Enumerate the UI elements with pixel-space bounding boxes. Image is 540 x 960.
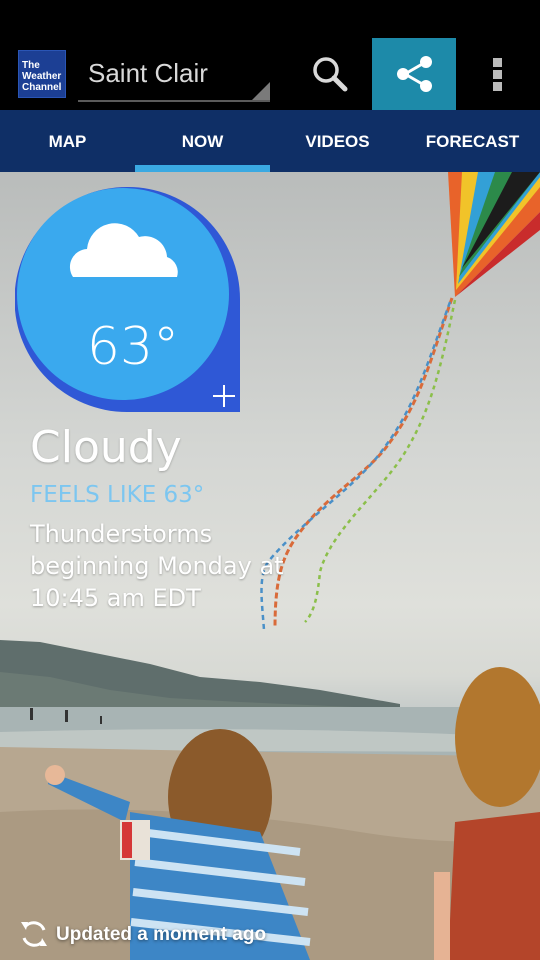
current-conditions-badge[interactable]: 63°: [15, 187, 240, 412]
overflow-menu-icon-dot: [493, 70, 502, 79]
logo-line-3: Channel: [22, 82, 62, 93]
overflow-menu-icon-dot: [493, 82, 502, 91]
share-button[interactable]: [372, 38, 456, 110]
selected-tab-indicator: [135, 165, 270, 172]
search-icon: [313, 57, 348, 92]
feels-like-text: FEELS LIKE 63°: [30, 482, 205, 508]
tab-videos[interactable]: VIDEOS: [270, 110, 405, 172]
tab-now[interactable]: NOW: [135, 110, 270, 172]
tab-map[interactable]: MAP: [0, 110, 135, 172]
location-name: Saint Clair: [88, 58, 208, 88]
cloud-icon: [69, 223, 178, 277]
tab-bar: MAP NOW VIDEOS FORECAST: [0, 110, 540, 172]
logo-line-1: The: [22, 60, 40, 71]
action-bar: The Weather Channel Saint Clair: [0, 38, 540, 110]
updated-text: Updated a moment ago: [56, 924, 267, 945]
search-button[interactable]: [290, 38, 370, 110]
spinner-arrow-icon: [252, 82, 270, 100]
temperature-value: 63°: [86, 317, 180, 377]
tab-videos-label: VIDEOS: [305, 132, 370, 151]
tab-forecast-label: FORECAST: [425, 132, 520, 151]
app-logo[interactable]: The Weather Channel: [18, 50, 66, 98]
refresh-icon[interactable]: [18, 918, 50, 950]
overflow-menu-icon: [493, 58, 502, 67]
condition-text: Cloudy: [30, 422, 182, 473]
weather-alert-text[interactable]: Thunderstorms beginning Monday at 10:45 …: [30, 518, 300, 614]
tab-now-label: NOW: [181, 132, 224, 151]
share-icon: [397, 56, 432, 92]
weather-app-screen: The Weather Channel Saint Clair MAP NOW …: [0, 0, 540, 960]
overflow-menu-button[interactable]: [466, 38, 530, 110]
tab-forecast[interactable]: FORECAST: [405, 110, 540, 172]
status-bar: [0, 0, 540, 38]
location-spinner[interactable]: Saint Clair: [78, 46, 270, 102]
tab-map-label: MAP: [48, 132, 87, 151]
logo-line-2: Weather: [22, 71, 62, 82]
add-icon[interactable]: [211, 383, 237, 409]
